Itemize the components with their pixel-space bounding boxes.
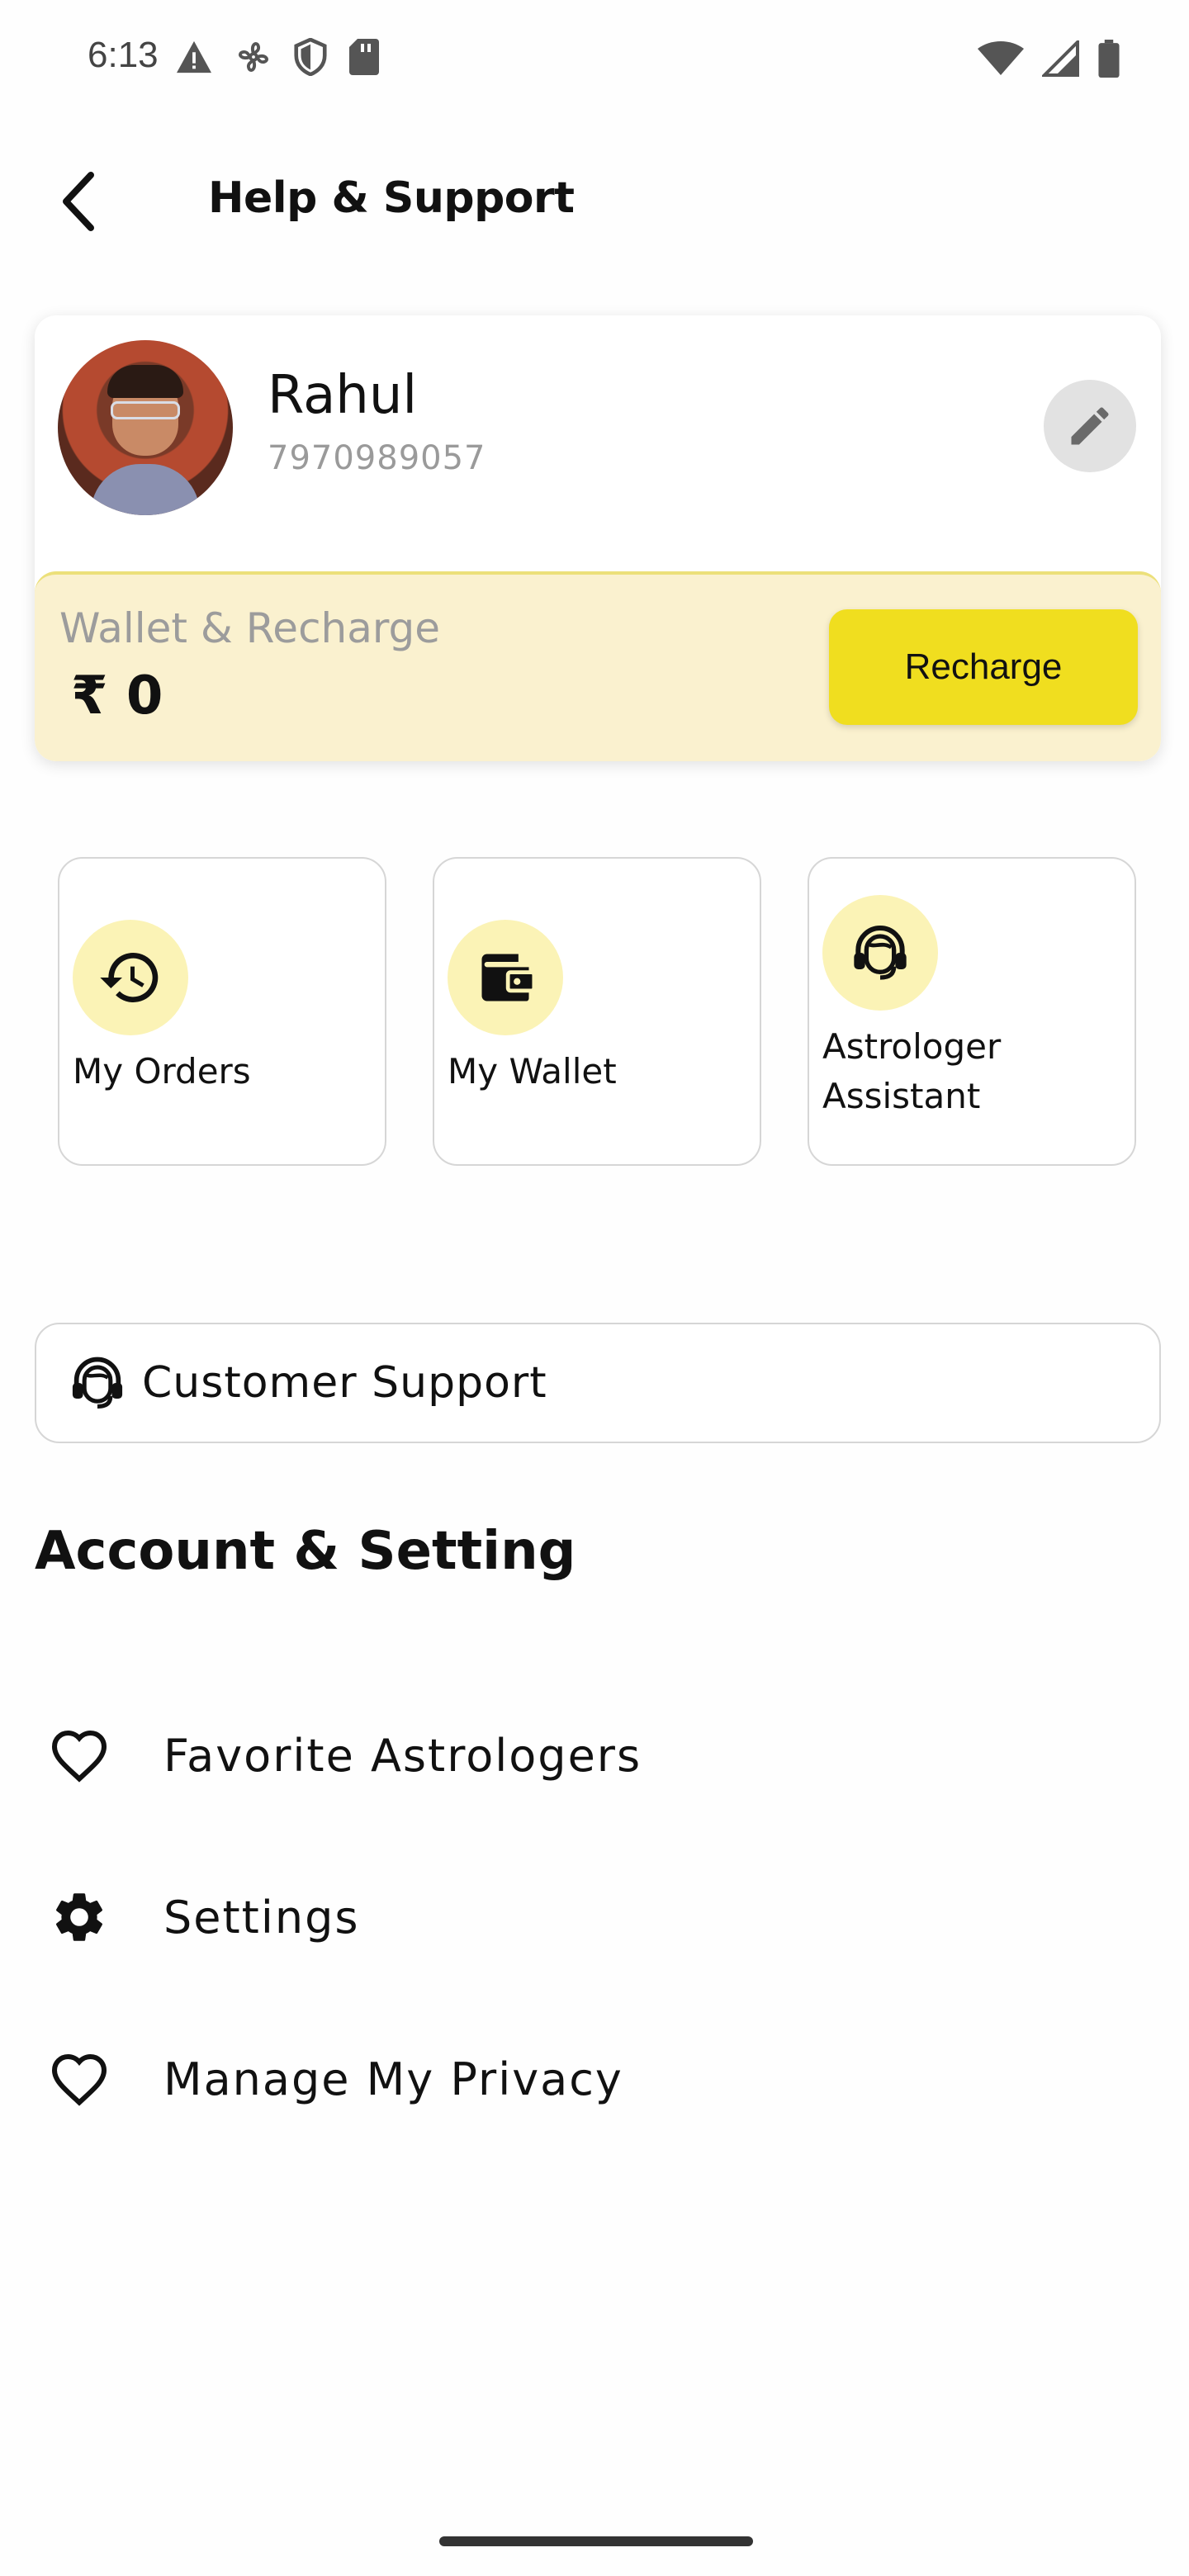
wallet-label: Wallet & Recharge xyxy=(59,604,441,652)
tile-label: Astrologer Assistant xyxy=(822,1026,1002,1116)
shield-icon xyxy=(294,38,327,76)
tile-astrologer-assistant[interactable]: Astrologer Assistant xyxy=(808,857,1136,1166)
signal-icon xyxy=(1042,40,1079,77)
headset-icon xyxy=(822,895,938,1011)
profile-name: Rahul xyxy=(268,365,418,426)
page-title: Help & Support xyxy=(208,173,575,223)
headset-icon xyxy=(64,1350,130,1416)
history-icon xyxy=(73,920,188,1035)
menu-item-manage-privacy[interactable]: Manage My Privacy xyxy=(46,2029,1120,2129)
tile-my-orders[interactable]: My Orders xyxy=(58,857,386,1166)
status-system-icons xyxy=(978,40,1120,78)
menu-item-settings[interactable]: Settings xyxy=(46,1868,1120,1967)
customer-support-button[interactable]: Customer Support xyxy=(35,1323,1161,1443)
menu-item-favorite-astrologers[interactable]: Favorite Astrologers xyxy=(46,1706,1120,1805)
heart-icon xyxy=(46,2046,112,2112)
pencil-icon xyxy=(1071,407,1109,445)
wallet-section: Wallet & Recharge ₹ 0 Recharge xyxy=(35,571,1161,761)
wallet-icon xyxy=(448,920,563,1035)
tile-label: My Orders xyxy=(73,1051,251,1091)
status-time: 6:13 xyxy=(88,35,159,75)
home-indicator[interactable] xyxy=(439,2536,753,2546)
edit-profile-button[interactable] xyxy=(1044,380,1136,472)
menu-item-label: Manage My Privacy xyxy=(163,2053,623,2105)
back-button[interactable] xyxy=(51,165,104,238)
gear-icon xyxy=(46,1884,112,1950)
fan-icon xyxy=(239,42,268,72)
recharge-button[interactable]: Recharge xyxy=(829,609,1138,725)
wallet-balance: ₹ 0 xyxy=(71,665,163,727)
customer-support-label: Customer Support xyxy=(142,1358,547,1408)
section-title-account: Account & Setting xyxy=(35,1521,576,1582)
profile-card: Rahul 7970989057 Wallet & Recharge ₹ 0 R… xyxy=(35,315,1161,761)
avatar[interactable] xyxy=(58,340,233,515)
wifi-icon xyxy=(978,41,1024,75)
tile-label: My Wallet xyxy=(448,1051,617,1091)
menu-item-label: Settings xyxy=(163,1891,360,1944)
sd-card-icon xyxy=(349,39,379,75)
battery-icon xyxy=(1098,40,1120,78)
menu-item-label: Favorite Astrologers xyxy=(163,1729,642,1782)
warning-icon xyxy=(177,40,211,73)
arrow-back-icon xyxy=(63,172,94,231)
tile-my-wallet[interactable]: My Wallet xyxy=(433,857,761,1166)
status-notification-icons xyxy=(175,38,380,76)
heart-icon xyxy=(46,1722,112,1788)
profile-phone: 7970989057 xyxy=(268,439,486,477)
